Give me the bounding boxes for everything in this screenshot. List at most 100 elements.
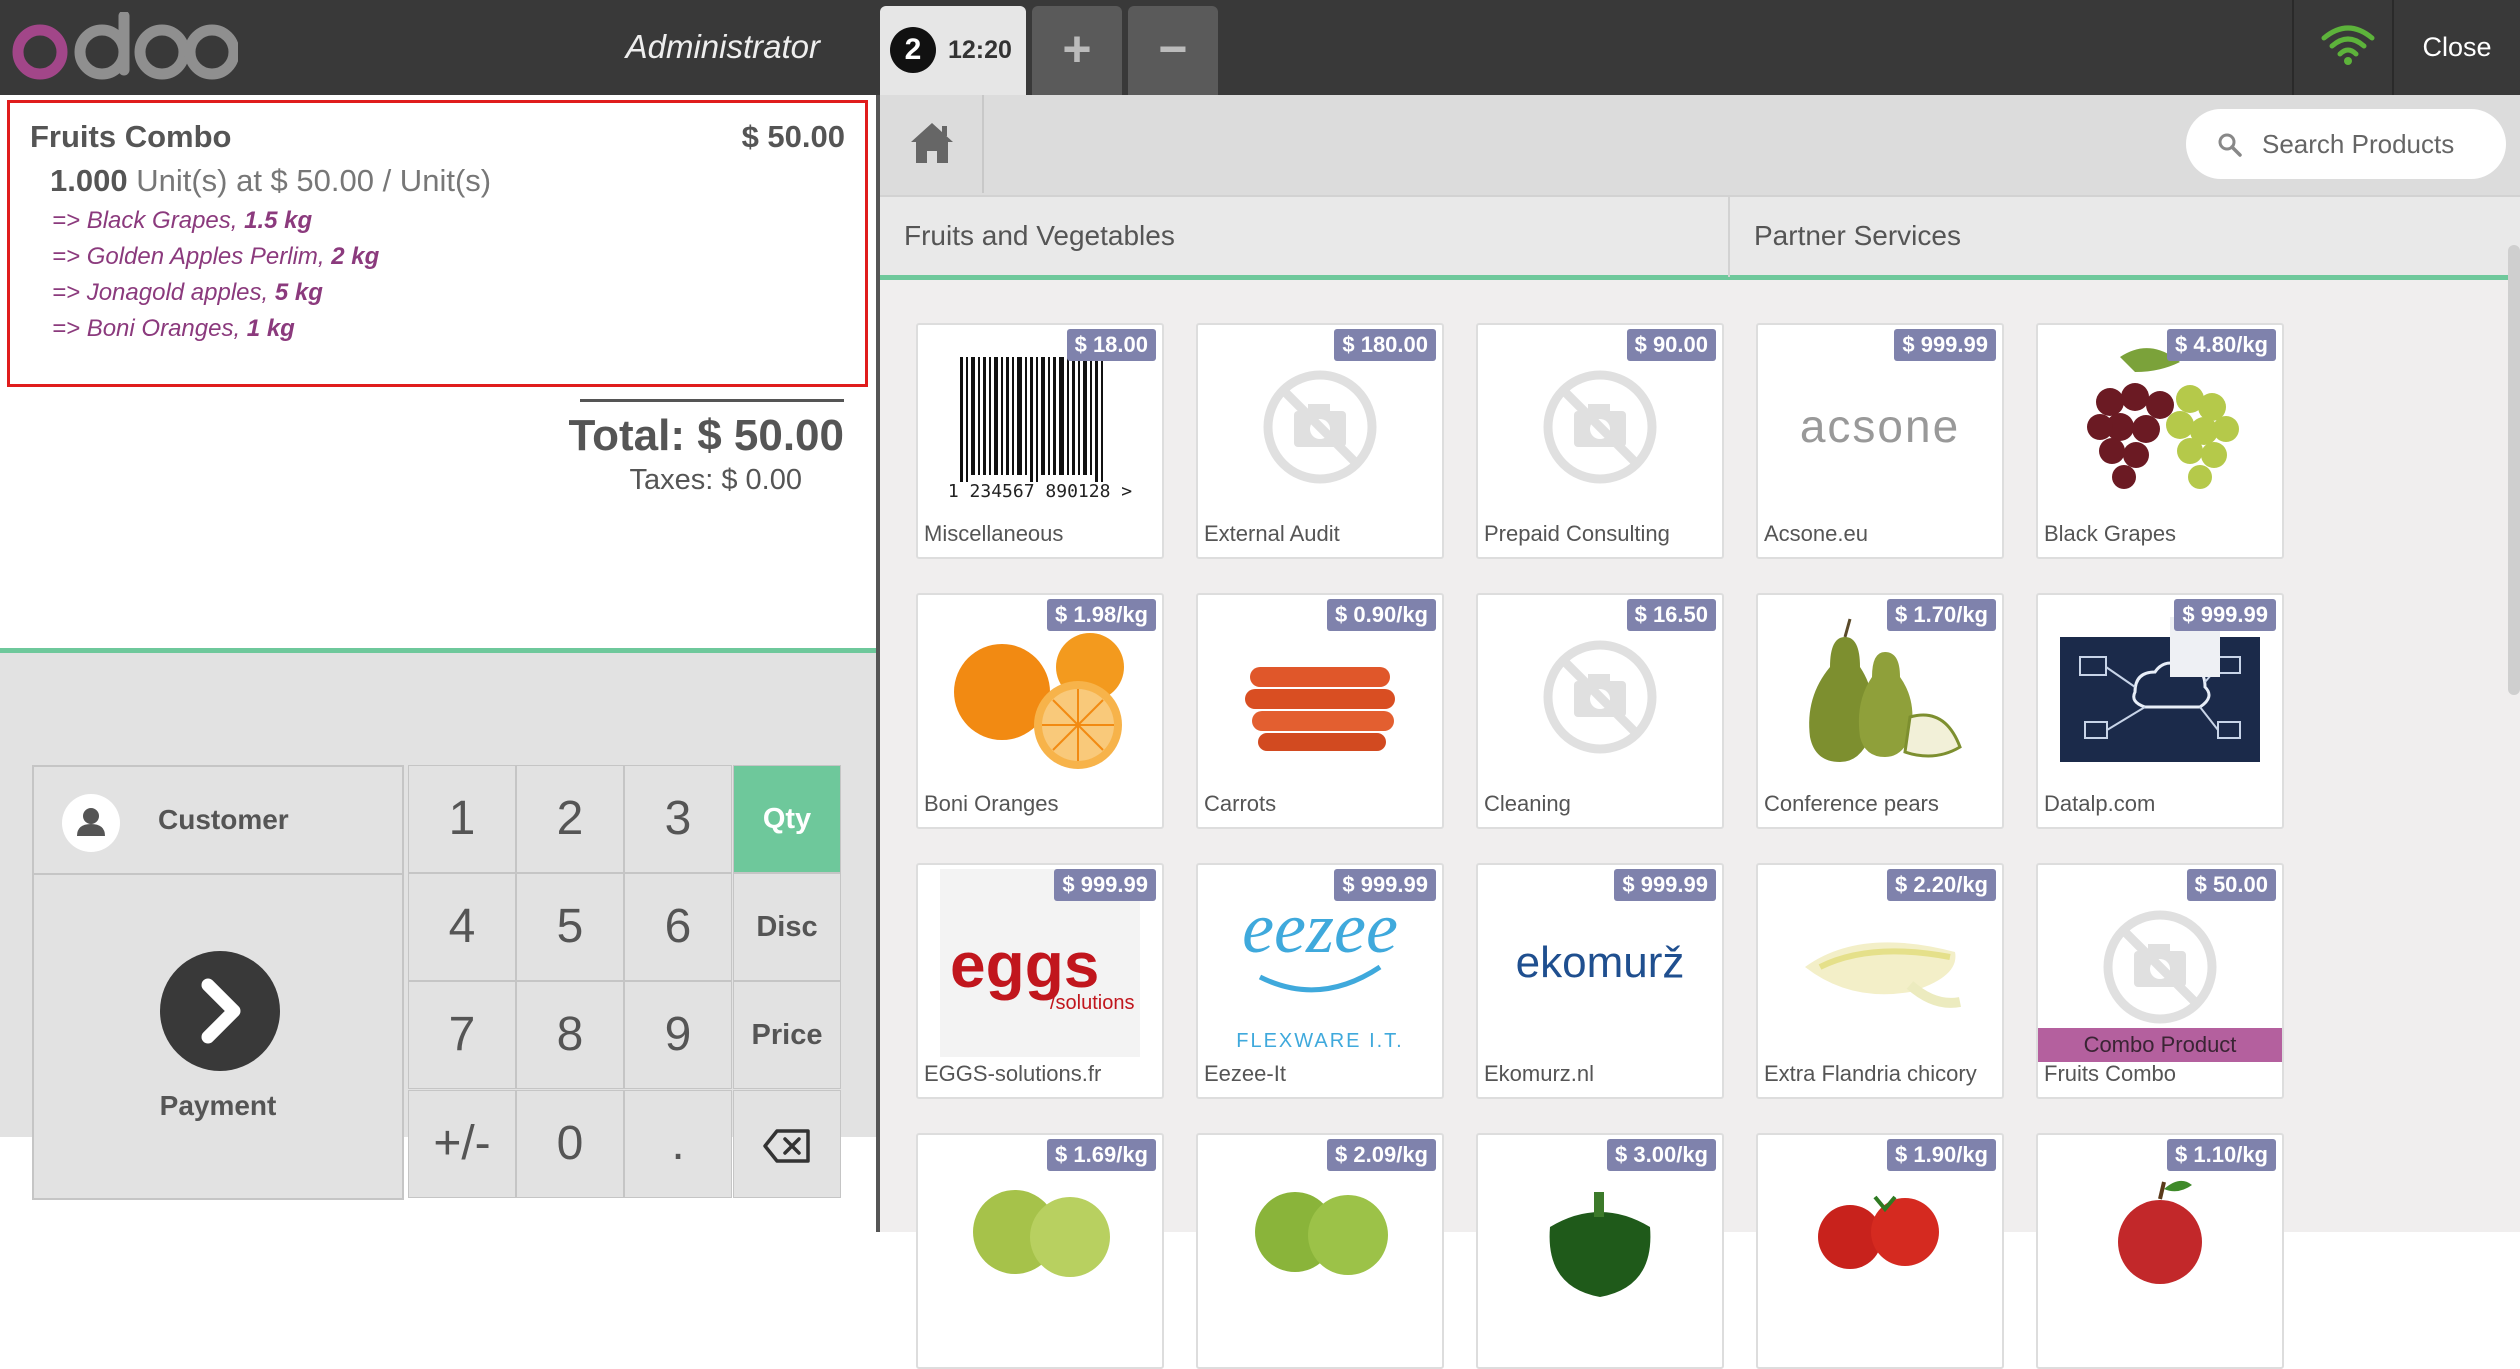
numpad-key-2[interactable]: 2 xyxy=(516,765,624,873)
category-fruits-and-vegetables[interactable]: Fruits and Vegetables xyxy=(880,197,1728,277)
breadcrumb-bar: Search Products xyxy=(880,95,2520,195)
product-card-carrots[interactable]: $ 0.90/kg Carrots xyxy=(1196,593,1444,829)
product-card-boni-oranges[interactable]: $ 1.98/kg Boni Oranges xyxy=(916,593,1164,829)
numpad-key-7[interactable]: 7 xyxy=(408,981,516,1089)
barcode-number: 1 234567 890128 > xyxy=(948,481,1132,502)
product-card-ekomurz[interactable]: ekomurž $ 999.99 Ekomurz.nl xyxy=(1476,863,1724,1099)
product-name: Extra Flandria chicory xyxy=(1764,1061,1977,1086)
numpad-key-3[interactable]: 3 xyxy=(624,765,732,873)
product-card-apples[interactable]: $ 1.69/kg xyxy=(916,1133,1164,1369)
payment-button[interactable]: Payment xyxy=(32,875,404,1200)
category-bar: Fruits and Vegetables Partner Services xyxy=(880,195,2520,280)
product-name: External Audit xyxy=(1204,521,1340,546)
product-name: Cleaning xyxy=(1484,791,1571,816)
cashier-name[interactable]: Administrator xyxy=(600,28,820,66)
product-card-miscellaneous[interactable]: 1 234567 890128 > $ 18.00 Miscellaneous xyxy=(916,323,1164,559)
numpad-key-1[interactable]: 1 xyxy=(408,765,516,873)
product-price-tag: $ 999.99 xyxy=(2174,599,2276,631)
product-card-conference-pears[interactable]: $ 1.70/kg Conference pears xyxy=(1756,593,2004,829)
category-partner-services[interactable]: Partner Services xyxy=(1730,197,2520,277)
customer-button[interactable]: Customer xyxy=(32,765,404,875)
order-line-unit-info: Unit(s) at $ 50.00 / Unit(s) xyxy=(127,163,492,198)
chevron-right-icon xyxy=(160,951,280,1071)
numpad-key-5[interactable]: 5 xyxy=(516,873,624,981)
customer-label: Customer xyxy=(158,804,289,835)
mode-disc-button[interactable]: Disc xyxy=(733,873,841,981)
eggs-logo-text: eggs xyxy=(950,929,1099,1001)
numpad-key-6[interactable]: 6 xyxy=(624,873,732,981)
combo-product-badge: Combo Product xyxy=(2038,1028,2282,1062)
product-card-acsone[interactable]: acsone $ 999.99 Acsone.eu xyxy=(1756,323,2004,559)
numpad-key-9[interactable]: 9 xyxy=(624,981,732,1089)
product-card-prepaid-consulting[interactable]: $ 90.00 Prepaid Consulting xyxy=(1476,323,1724,559)
product-name: Boni Oranges xyxy=(924,791,1059,816)
product-price-tag: $ 4.80/kg xyxy=(2167,329,2276,361)
product-card-apples[interactable]: $ 2.09/kg xyxy=(1196,1133,1444,1369)
header-separator xyxy=(2292,0,2294,95)
numpad-key-0[interactable]: 0 xyxy=(516,1090,624,1198)
payment-label: Payment xyxy=(159,1090,277,1121)
numpad-key-dot[interactable]: . xyxy=(624,1090,732,1198)
top-bar: Administrator 2 12:20 + − Close xyxy=(0,0,2520,95)
backspace-button[interactable] xyxy=(733,1090,841,1198)
product-name: Eezee-It xyxy=(1204,1061,1286,1086)
product-card-eggs-solutions[interactable]: eggs /solutions $ 999.99 EGGS-solutions.… xyxy=(916,863,1164,1099)
product-card-extra-flandria-chicory[interactable]: $ 2.20/kg Extra Flandria chicory xyxy=(1756,863,2004,1099)
acsone-logo-text: acsone xyxy=(1800,400,1960,452)
products-pane: Search Products Fruits and Vegetables Pa… xyxy=(880,95,2520,1369)
eggs-logo-subtext: /solutions xyxy=(1050,992,1135,1014)
delete-order-button[interactable]: − xyxy=(1128,6,1218,95)
product-card-peppers[interactable]: $ 3.00/kg xyxy=(1476,1133,1724,1369)
product-name: Fruits Combo xyxy=(2044,1061,2177,1086)
user-icon xyxy=(62,794,120,852)
product-price-tag: $ 1.69/kg xyxy=(1047,1139,1156,1171)
product-price-tag: $ 180.00 xyxy=(1334,329,1436,361)
numpad-key-plus-minus[interactable]: +/- xyxy=(408,1090,516,1198)
product-name: Black Grapes xyxy=(2044,521,2177,546)
close-button[interactable]: Close xyxy=(2394,0,2520,95)
order-line-name: Fruits Combo xyxy=(30,119,232,154)
eezee-logo-subtext: FLEXWARE I.T. xyxy=(1236,1030,1404,1052)
product-price-tag: $ 1.10/kg xyxy=(2167,1139,2276,1171)
product-price-tag: $ 90.00 xyxy=(1626,329,1716,361)
order-line-selected[interactable]: Fruits Combo $ 50.00 1.000 Unit(s) at $ … xyxy=(7,100,868,387)
order-taxes: Taxes: $ 0.00 xyxy=(629,464,803,496)
mode-qty-button[interactable]: Qty xyxy=(733,765,841,873)
mode-price-button[interactable]: Price xyxy=(733,981,841,1089)
search-input[interactable]: Search Products xyxy=(2262,129,2454,160)
product-list-scrollbar[interactable] xyxy=(2508,245,2520,695)
product-card-datalp[interactable]: $ 999.99 Datalp.com xyxy=(2036,593,2284,829)
combo-item: => Golden Apples Perlim, 2 kg xyxy=(52,243,380,270)
product-card-cleaning[interactable]: $ 16.50 Cleaning xyxy=(1476,593,1724,829)
ekomurz-logo-text: ekomurž xyxy=(1516,938,1685,987)
totals-divider xyxy=(580,399,844,402)
product-card-red-apples[interactable]: $ 1.10/kg xyxy=(2036,1133,2284,1369)
product-price-tag: $ 3.00/kg xyxy=(1607,1139,1716,1171)
product-price-tag: $ 2.09/kg xyxy=(1327,1139,1436,1171)
search-box[interactable]: Search Products xyxy=(2186,109,2506,179)
product-name: Conference pears xyxy=(1764,791,1939,816)
product-card-eezee-it[interactable]: eezee FLEXWARE I.T. $ 999.99 Eezee-It xyxy=(1196,863,1444,1099)
product-price-tag: $ 16.50 xyxy=(1626,599,1716,631)
numpad-key-8[interactable]: 8 xyxy=(516,981,624,1089)
backspace-icon xyxy=(763,1129,810,1164)
product-card-black-grapes[interactable]: $ 4.80/kg Black Grapes xyxy=(2036,323,2284,559)
order-line-qty: 1.000 xyxy=(50,163,128,198)
numpad-key-4[interactable]: 4 xyxy=(408,873,516,981)
order-tab-current[interactable]: 2 12:20 xyxy=(880,6,1026,95)
combo-item: => Black Grapes, 1.5 kg xyxy=(52,207,313,234)
home-category-button[interactable] xyxy=(880,95,984,193)
product-card-external-audit[interactable]: $ 180.00 External Audit xyxy=(1196,323,1444,559)
product-name: Prepaid Consulting xyxy=(1484,521,1670,546)
product-card-fruits-combo[interactable]: Combo Product $ 50.00 Fruits Combo xyxy=(2036,863,2284,1099)
product-card-tomatoes[interactable]: $ 1.90/kg xyxy=(1756,1133,2004,1369)
search-icon xyxy=(2218,133,2242,157)
product-price-tag: $ 50.00 xyxy=(2186,869,2276,901)
product-price-tag: $ 1.98/kg xyxy=(1047,599,1156,631)
order-time: 12:20 xyxy=(948,36,1012,64)
order-line-info: 1.000 Unit(s) at $ 50.00 / Unit(s) xyxy=(50,163,491,199)
product-price-tag: $ 999.99 xyxy=(1334,869,1436,901)
product-price-tag: $ 0.90/kg xyxy=(1327,599,1436,631)
order-total: Total: $ 50.00 xyxy=(568,411,844,460)
new-order-button[interactable]: + xyxy=(1032,6,1122,95)
